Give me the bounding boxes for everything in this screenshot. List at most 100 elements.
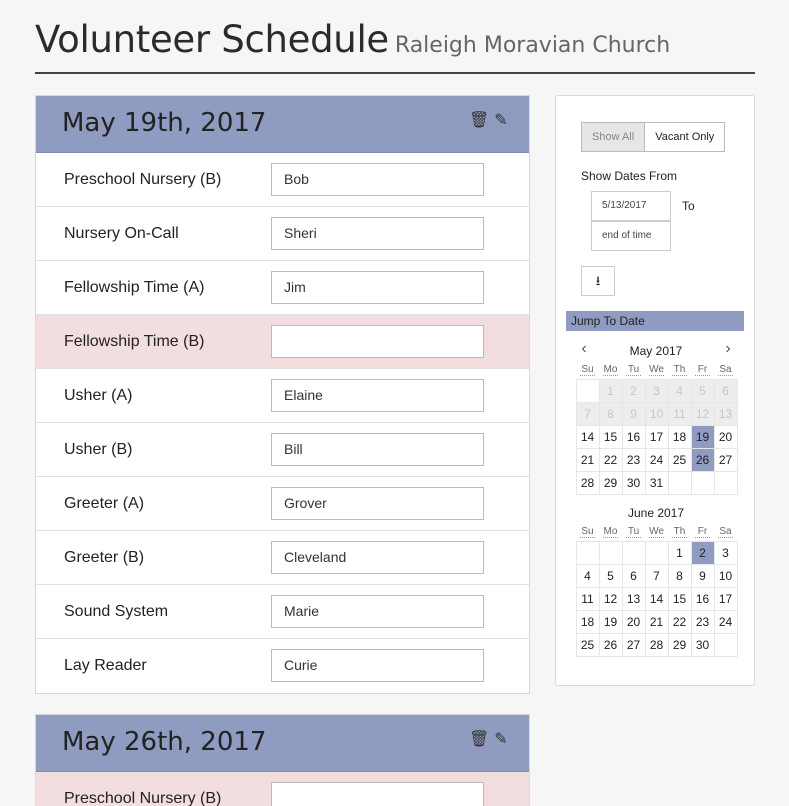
volunteer-name-input[interactable]: Elaine <box>271 379 484 412</box>
calendar-day[interactable]: 2 <box>690 540 715 565</box>
volunteer-name-input[interactable]: Cleveland <box>271 541 484 574</box>
weekday-label: We <box>649 526 664 538</box>
trash-icon[interactable]: 🗑 <box>469 729 489 749</box>
pencil-icon[interactable]: ✎ <box>493 110 509 130</box>
show-dates-from-label: Show Dates From <box>581 169 678 183</box>
calendar-day[interactable]: 26 <box>598 632 623 657</box>
calendar-empty-cell <box>713 632 738 657</box>
day-title: May 26th, 2017 <box>62 727 267 757</box>
volunteer-name-input[interactable]: Grover <box>271 487 484 520</box>
calendar-day[interactable]: 29 <box>598 470 623 495</box>
calendar-day: 2 <box>621 378 646 403</box>
day-title: May 19th, 2017 <box>62 108 267 138</box>
calendar-empty-cell <box>713 470 738 495</box>
calendar-day[interactable]: 7 <box>644 563 669 588</box>
day-card: May 19th, 2017 🗑 ✎ Preschool Nursery (B)… <box>35 95 530 694</box>
weekday-label: We <box>649 364 664 376</box>
calendar-day[interactable]: 4 <box>575 563 600 588</box>
role-label: Sound System <box>64 603 169 620</box>
volunteer-name-input[interactable]: Marie <box>271 595 484 628</box>
volunteer-name-input[interactable]: Bill <box>271 433 484 466</box>
calendar-day[interactable]: 20 <box>621 609 646 634</box>
calendar-day[interactable]: 15 <box>667 586 692 611</box>
weekday-label: Th <box>672 526 687 538</box>
calendar-day[interactable]: 10 <box>713 563 738 588</box>
to-date-input[interactable]: end of time <box>591 221 671 251</box>
volunteer-name-input[interactable]: Sheri <box>271 217 484 250</box>
weekday-label: Mo <box>603 526 618 538</box>
calendar-day[interactable]: 19 <box>690 424 715 449</box>
calendar-day[interactable]: 26 <box>690 447 715 472</box>
calendar-day[interactable]: 27 <box>713 447 738 472</box>
jump-to-date-header: Jump To Date <box>566 311 744 331</box>
calendar-day[interactable]: 21 <box>644 609 669 634</box>
chevron-right-icon[interactable]: › <box>720 340 736 358</box>
role-row: Greeter (B) Cleveland <box>36 531 529 585</box>
calendar-day[interactable]: 18 <box>575 609 600 634</box>
calendar-day[interactable]: 14 <box>644 586 669 611</box>
calendar-day[interactable]: 30 <box>621 470 646 495</box>
calendar-day[interactable]: 31 <box>644 470 669 495</box>
calendar-day[interactable]: 12 <box>598 586 623 611</box>
calendar-day[interactable]: 30 <box>690 632 715 657</box>
calendar-day[interactable]: 21 <box>575 447 600 472</box>
calendar-day: 9 <box>621 401 646 426</box>
pencil-icon[interactable]: ✎ <box>493 729 509 749</box>
calendar-day[interactable]: 17 <box>713 586 738 611</box>
calendar-day[interactable]: 16 <box>690 586 715 611</box>
calendar-day[interactable]: 17 <box>644 424 669 449</box>
calendar-day[interactable]: 28 <box>575 470 600 495</box>
calendar-day[interactable]: 1 <box>667 540 692 565</box>
calendar-day[interactable]: 23 <box>690 609 715 634</box>
calendar-day[interactable]: 22 <box>598 447 623 472</box>
calendar-day[interactable]: 25 <box>667 447 692 472</box>
role-row: Greeter (A) Grover <box>36 477 529 531</box>
calendar-day[interactable]: 24 <box>713 609 738 634</box>
show-all-button[interactable]: Show All <box>581 122 645 152</box>
calendar-day[interactable]: 27 <box>621 632 646 657</box>
filter-sidebar: Show All Vacant Only Show Dates From 5/1… <box>555 95 755 686</box>
calendar-day[interactable]: 24 <box>644 447 669 472</box>
calendar-empty-cell <box>575 540 600 565</box>
volunteer-name-input[interactable]: Bob <box>271 163 484 196</box>
calendar-day[interactable]: 15 <box>598 424 623 449</box>
calendar-day[interactable]: 5 <box>598 563 623 588</box>
calendar-day: 11 <box>667 401 692 426</box>
calendar-day[interactable]: 23 <box>621 447 646 472</box>
calendar-day[interactable]: 25 <box>575 632 600 657</box>
role-label: Usher (A) <box>64 387 133 404</box>
role-label: Lay Reader <box>64 657 147 674</box>
chevron-left-icon[interactable]: ‹ <box>576 340 592 358</box>
from-date-input[interactable]: 5/13/2017 <box>591 191 671 221</box>
weekday-label: Sa <box>718 526 733 538</box>
download-button[interactable]: ⭳ <box>581 266 615 296</box>
calendar-day[interactable]: 9 <box>690 563 715 588</box>
volunteer-name-input[interactable]: Curie <box>271 649 484 682</box>
calendar-day[interactable]: 11 <box>575 586 600 611</box>
page-title: Volunteer Schedule <box>35 18 389 61</box>
calendar-day[interactable]: 13 <box>621 586 646 611</box>
calendar-day[interactable]: 14 <box>575 424 600 449</box>
role-row: Nursery On-Call Sheri <box>36 207 529 261</box>
calendar-day: 5 <box>690 378 715 403</box>
calendar-day[interactable]: 16 <box>621 424 646 449</box>
calendar-day[interactable]: 28 <box>644 632 669 657</box>
calendar-day[interactable]: 8 <box>667 563 692 588</box>
calendar-empty-cell <box>621 540 646 565</box>
calendar-month-label: May 2017 <box>629 344 683 358</box>
calendar-day[interactable]: 20 <box>713 424 738 449</box>
vacant-only-button[interactable]: Vacant Only <box>644 122 726 152</box>
volunteer-name-input[interactable]: Jim <box>271 271 484 304</box>
calendar-empty-cell <box>644 540 669 565</box>
weekday-label: Fr <box>695 526 710 538</box>
volunteer-name-input[interactable] <box>271 782 484 806</box>
calendar-day[interactable]: 22 <box>667 609 692 634</box>
role-label: Greeter (A) <box>64 495 145 512</box>
calendar-day[interactable]: 3 <box>713 540 738 565</box>
trash-icon[interactable]: 🗑 <box>469 110 489 130</box>
calendar-day[interactable]: 19 <box>598 609 623 634</box>
calendar-day[interactable]: 6 <box>621 563 646 588</box>
calendar-day[interactable]: 29 <box>667 632 692 657</box>
volunteer-name-input[interactable] <box>271 325 484 358</box>
calendar-day[interactable]: 18 <box>667 424 692 449</box>
